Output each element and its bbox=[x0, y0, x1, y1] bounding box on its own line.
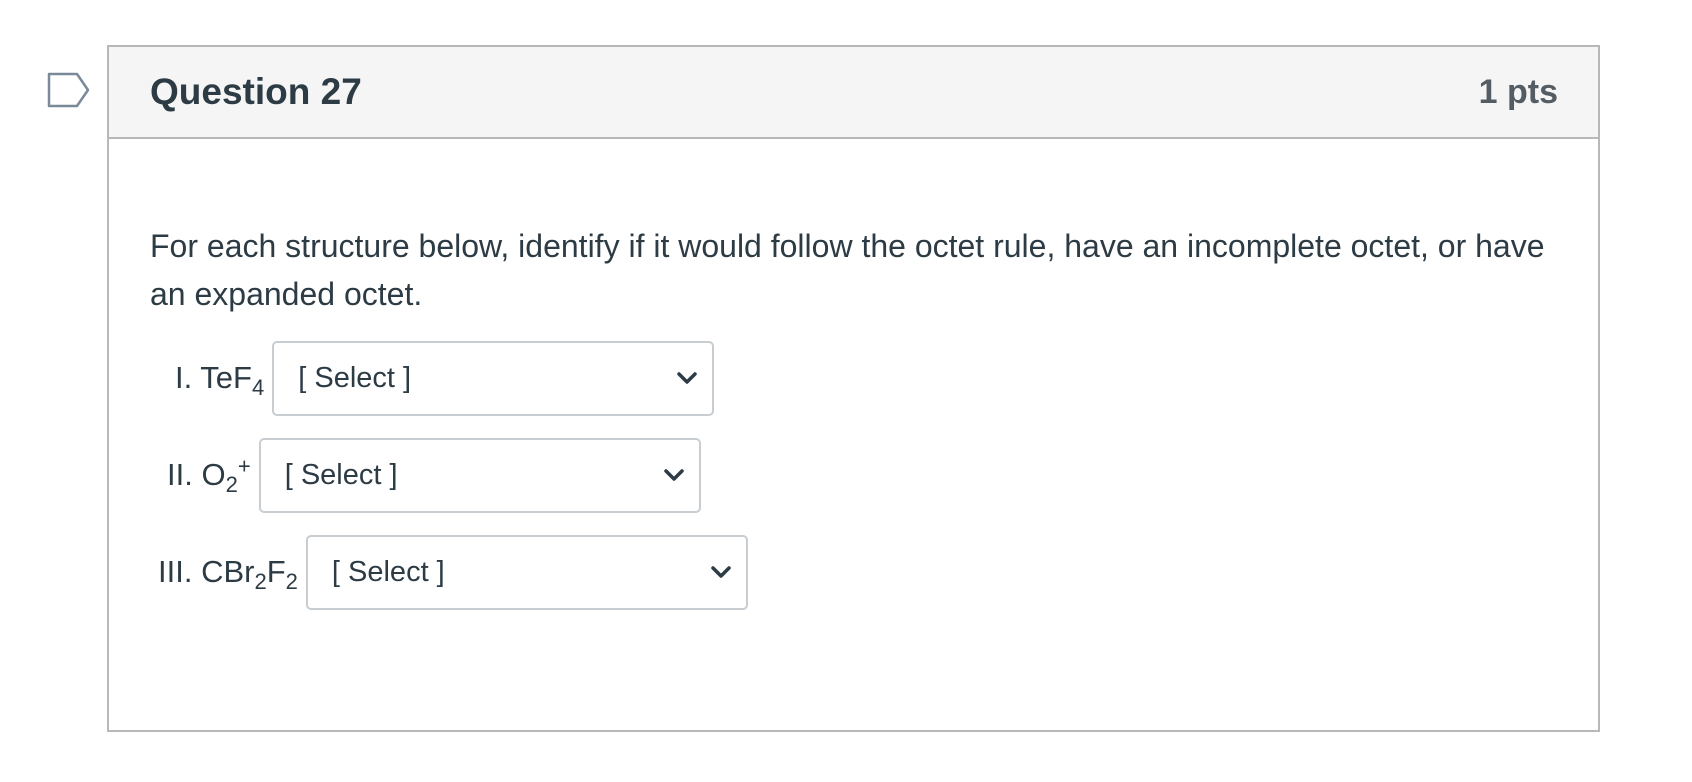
question-body: For each structure below, identify if it… bbox=[109, 222, 1598, 610]
question-header: Question 27 1 pts bbox=[109, 47, 1598, 139]
flag-question-icon[interactable] bbox=[47, 72, 91, 108]
question-title: Question 27 bbox=[150, 71, 362, 112]
answer-select-2[interactable]: [ Select ] bbox=[258, 437, 701, 513]
quiz-page: Question 27 1 pts For each structure bel… bbox=[0, 0, 1692, 782]
select-value: [ Select ] bbox=[284, 458, 398, 491]
select-value: [ Select ] bbox=[331, 555, 445, 588]
select-value: [ Select ] bbox=[298, 361, 412, 394]
answer-label-2: II. O2+ bbox=[167, 453, 251, 498]
answer-row-3: III. CBr2F2 [ Select ] bbox=[150, 534, 1557, 610]
answer-select-3[interactable]: [ Select ] bbox=[305, 534, 748, 610]
question-prompt: For each structure below, identify if it… bbox=[150, 228, 1545, 312]
answer-row-2: II. O2+ [ Select ] bbox=[150, 437, 1557, 513]
question-points: 1 pts bbox=[1478, 72, 1558, 111]
answer-label-3: III. CBr2F2 bbox=[158, 554, 298, 595]
question-card: Question 27 1 pts For each structure bel… bbox=[107, 45, 1600, 732]
answer-label-1: I. TeF4 bbox=[175, 360, 265, 401]
chevron-down-icon bbox=[663, 469, 684, 481]
answer-row-1: I. TeF4 [ Select ] bbox=[150, 340, 1557, 416]
chevron-down-icon bbox=[677, 372, 697, 384]
answer-select-1[interactable]: [ Select ] bbox=[272, 340, 715, 416]
chevron-down-icon bbox=[711, 566, 731, 578]
